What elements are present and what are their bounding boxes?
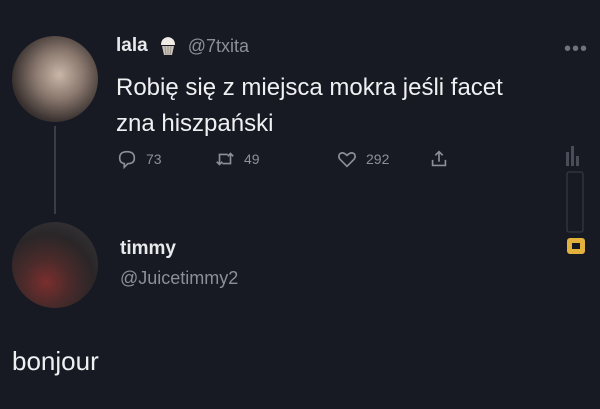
share-button[interactable] (428, 148, 450, 170)
reply-author-handle[interactable]: @Juicetimmy2 (120, 268, 238, 289)
tweet-text-line: zna hiszpański (116, 110, 274, 137)
reply-author-name[interactable]: timmy (120, 238, 176, 260)
retweet-icon (216, 152, 234, 166)
original-tweet[interactable]: lala @7txita ••• Robię się z miejsca mok… (0, 0, 600, 214)
tweet-text: Robię się z miejsca mokra jeśli facet zn… (116, 70, 556, 142)
reply-text: bonjour (12, 346, 99, 376)
tweet-actions: 73 49 292 (116, 148, 450, 170)
author-name[interactable]: lala (116, 35, 148, 57)
thread-connector (54, 126, 56, 214)
heart-icon (338, 152, 356, 168)
reply-count: 73 (146, 151, 162, 167)
author-handle[interactable]: @7txita (188, 36, 249, 57)
cupcake-icon (156, 34, 180, 58)
more-options-icon[interactable]: ••• (564, 38, 588, 61)
tweet-text-line: Robię się z miejsca mokra jeśli facet (116, 74, 503, 101)
watermark-logo (566, 146, 585, 254)
reply-icon (118, 150, 136, 170)
avatar[interactable] (12, 36, 98, 122)
reply-button[interactable]: 73 (116, 148, 214, 170)
avatar[interactable] (12, 222, 98, 308)
share-icon (431, 150, 447, 167)
like-count: 292 (366, 151, 390, 167)
tweet-header: lala @7txita (116, 34, 249, 58)
like-button[interactable]: 292 (336, 148, 428, 170)
retweet-count: 49 (244, 151, 260, 167)
retweet-button[interactable]: 49 (214, 148, 336, 170)
